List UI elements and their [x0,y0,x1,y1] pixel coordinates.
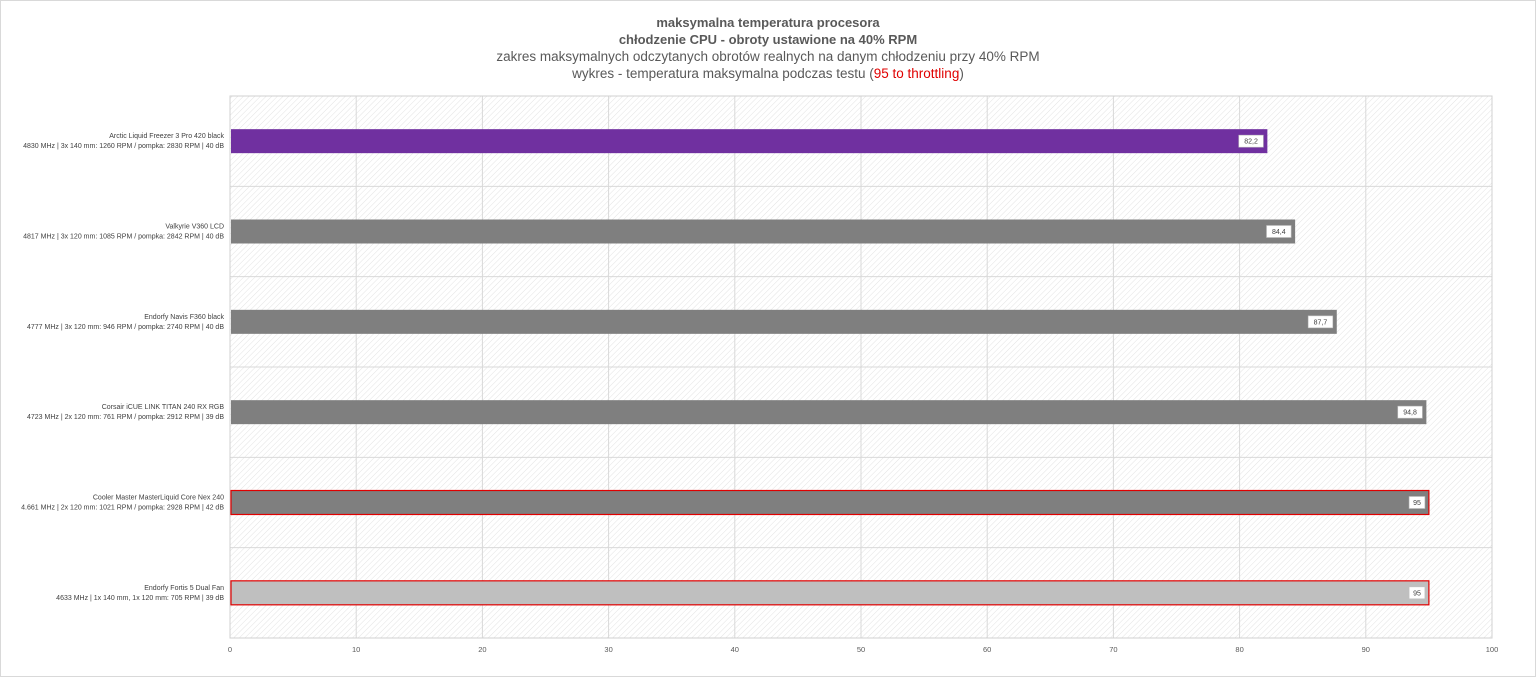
data-label: 84,4 [1272,229,1286,236]
category-name: Endorfy Navis F360 black [144,314,224,321]
category-detail: 4633 MHz | 1x 140 mm, 1x 120 mm: 705 RPM… [56,595,224,602]
category-name: Valkyrie V360 LCD [165,224,224,231]
data-label: 82,2 [1244,139,1258,146]
x-tick-label: 30 [604,645,612,654]
x-tick-label: 0 [228,645,232,654]
bar [231,219,1296,244]
x-tick-label: 10 [352,645,360,654]
x-tick-label: 40 [731,645,739,654]
category-name: Corsair iCUE LINK TITAN 240 RX RGB [102,404,225,411]
category-detail: 4.661 MHz | 2x 120 mm: 1021 RPM / pompka… [21,505,224,512]
data-label: 95 [1413,590,1421,597]
category-detail: 4777 MHz | 3x 120 mm: 946 RPM / pompka: … [27,324,224,331]
x-tick-label: 100 [1486,645,1499,654]
bar [230,489,1430,516]
x-tick-label: 90 [1362,645,1370,654]
data-label: 94,8 [1403,410,1417,417]
category-name: Arctic Liquid Freezer 3 Pro 420 black [109,133,224,140]
bar [230,580,1430,606]
category-detail: 4723 MHz | 2x 120 mm: 761 RPM / pompka: … [27,414,224,421]
bar [231,309,1337,334]
category-name: Cooler Master MasterLiquid Core Nex 240 [93,495,224,502]
bar-chart: 0 10 20 30 40 50 60 70 80 90 100 82,2 Arctic Liquid … [21,95,1499,654]
x-tick-label: 60 [983,645,991,654]
bar [231,400,1427,425]
category-name: Endorfy Fortis 5 Dual Fan [144,585,224,592]
bar [231,129,1268,154]
x-tick-label: 20 [478,645,486,654]
x-tick-label: 70 [1109,645,1117,654]
category-detail: 4830 MHz | 3x 140 mm: 1260 RPM / pompka:… [23,143,224,150]
x-tick-label: 50 [857,645,865,654]
data-label: 95 [1413,500,1421,507]
data-label: 87,7 [1314,319,1328,326]
category-detail: 4817 MHz | 3x 120 mm: 1085 RPM / pompka:… [23,234,224,241]
x-tick-label: 80 [1235,645,1243,654]
